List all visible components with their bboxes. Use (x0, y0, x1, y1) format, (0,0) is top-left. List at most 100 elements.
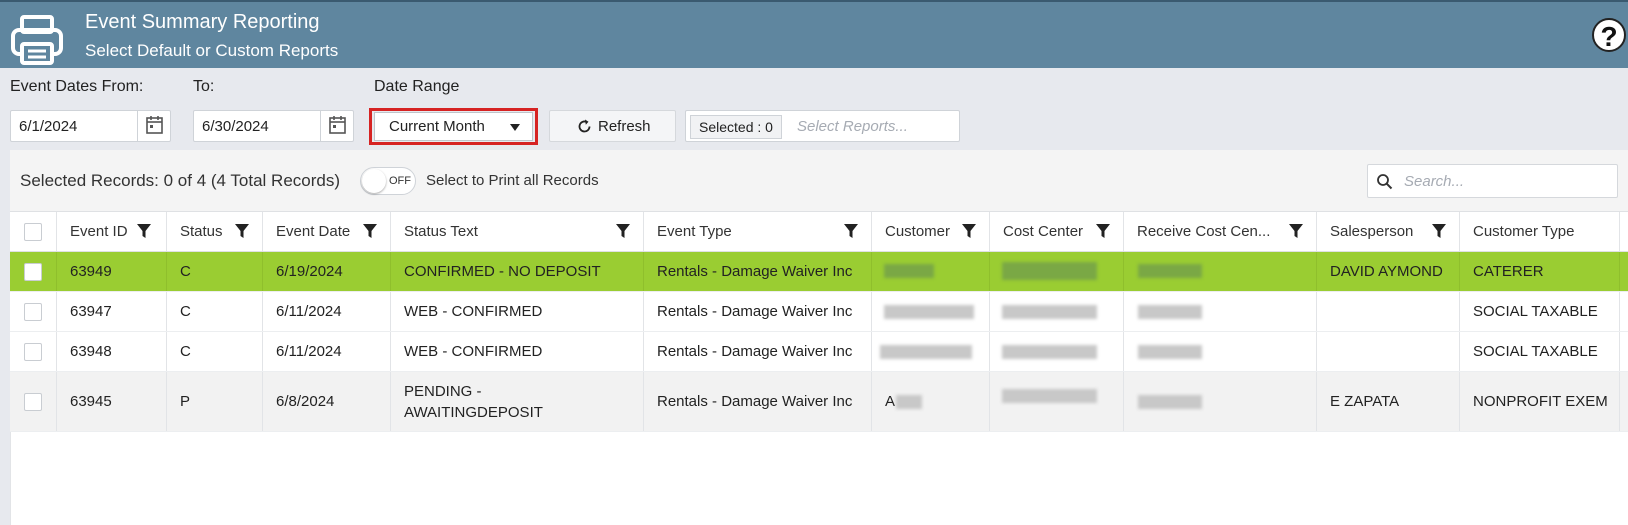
printer-icon (11, 15, 63, 65)
column-header-status-text[interactable]: Status Text (391, 212, 644, 251)
cell-customer-type: NONPROFIT EXEM (1460, 372, 1620, 431)
cell-event-date: 6/11/2024 (263, 332, 391, 371)
records-panel: Selected Records: 0 of 4 (4 Total Record… (10, 150, 1628, 525)
cell-event-type: Rentals - Damage Waiver Inc (644, 252, 872, 291)
filter-icon[interactable] (1289, 224, 1303, 239)
table-row[interactable]: 63948 C 6/11/2024 WEB - CONFIRMED Rental… (10, 332, 1628, 372)
page-title: Event Summary Reporting (85, 11, 320, 33)
cell-event-date: 6/19/2024 (263, 252, 391, 291)
row-checkbox[interactable] (24, 262, 42, 281)
print-all-toggle[interactable]: OFF (360, 167, 416, 195)
refresh-icon (578, 119, 591, 133)
cell-customer-redacted (872, 292, 990, 331)
calendar-icon[interactable] (137, 111, 170, 141)
cell-receive-cost-center-redacted (1124, 252, 1317, 291)
from-date-field[interactable]: 6/1/2024 (10, 110, 171, 142)
selected-records-text: Selected Records: 0 of 4 (4 Total Record… (20, 171, 341, 190)
filter-icon[interactable] (235, 224, 249, 239)
column-header-salesperson[interactable]: Salesperson (1317, 212, 1460, 251)
column-header-customer-type[interactable]: Customer Type (1460, 212, 1620, 251)
cell-cost-center-redacted (990, 292, 1124, 331)
cell-cost-center-redacted (990, 372, 1124, 431)
from-date-value: 6/1/2024 (19, 118, 78, 135)
cell-customer-redacted (872, 252, 990, 291)
cell-status: C (167, 292, 263, 331)
records-toolbar: Selected Records: 0 of 4 (4 Total Record… (10, 150, 1628, 212)
table-row[interactable]: 63945 P 6/8/2024 PENDING - AWAITINGDEPOS… (10, 372, 1628, 432)
grid-header-row: Event ID Status Event Date Status Text E… (10, 212, 1628, 252)
date-range-dropdown[interactable]: Current Month (374, 112, 533, 141)
table-row[interactable]: 63949 C 6/19/2024 CONFIRMED - NO DEPOSIT… (10, 252, 1628, 292)
cell-receive-cost-center-redacted (1124, 292, 1317, 331)
calendar-icon[interactable] (320, 111, 353, 141)
print-all-label: Select to Print all Records (426, 172, 599, 189)
cell-event-id: 63948 (57, 332, 167, 371)
cell-event-id: 63945 (57, 372, 167, 431)
cell-event-type: Rentals - Damage Waiver Inc (644, 372, 872, 431)
to-date-value: 6/30/2024 (202, 118, 269, 135)
column-header-event-id[interactable]: Event ID (57, 212, 167, 251)
cell-customer-type: SOCIAL TAXABLE (1460, 332, 1620, 371)
cell-event-type: Rentals - Damage Waiver Inc (644, 332, 872, 371)
filter-icon[interactable] (962, 224, 976, 239)
cell-event-id: 63949 (57, 252, 167, 291)
column-header-cost-center[interactable]: Cost Center (990, 212, 1124, 251)
cell-event-date: 6/11/2024 (263, 292, 391, 331)
cell-status: C (167, 332, 263, 371)
page-subtitle: Select Default or Custom Reports (85, 41, 339, 60)
to-date-label: To: (193, 78, 215, 95)
cell-status-text: PENDING - AWAITINGDEPOSIT (391, 372, 644, 431)
column-header-receive-cost-center[interactable]: Receive Cost Cen... (1124, 212, 1317, 251)
cell-customer-type: SOCIAL TAXABLE (1460, 292, 1620, 331)
cell-salesperson: E ZAPATA (1317, 372, 1460, 431)
cell-salesperson (1317, 332, 1460, 371)
help-icon[interactable]: ? (1592, 18, 1626, 52)
toggle-knob (362, 169, 386, 193)
cell-receive-cost-center-redacted (1124, 372, 1317, 431)
filter-icon[interactable] (363, 224, 377, 239)
column-header-event-type[interactable]: Event Type (644, 212, 872, 251)
cell-cost-center-redacted (990, 332, 1124, 371)
column-header-customer[interactable]: Customer (872, 212, 990, 251)
cell-status-text: CONFIRMED - NO DEPOSIT (391, 252, 644, 291)
row-checkbox[interactable] (24, 392, 42, 411)
selected-count-badge: Selected : 0 (690, 115, 782, 139)
filter-icon[interactable] (1096, 224, 1110, 239)
cell-status: P (167, 372, 263, 431)
cell-event-id: 63947 (57, 292, 167, 331)
search-placeholder: Search... (1404, 173, 1465, 190)
column-header-status[interactable]: Status (167, 212, 263, 251)
cell-customer: A (872, 372, 990, 431)
cell-customer-type: CATERER (1460, 252, 1620, 291)
row-checkbox[interactable] (24, 302, 42, 321)
refresh-button[interactable]: Refresh (549, 110, 676, 142)
refresh-label: Refresh (598, 118, 651, 135)
caret-down-icon (510, 124, 520, 131)
from-date-label: Event Dates From: (10, 78, 144, 95)
date-range-value: Current Month (389, 118, 485, 135)
table-row[interactable]: 63947 C 6/11/2024 WEB - CONFIRMED Rental… (10, 292, 1628, 332)
select-all-cell (10, 212, 57, 251)
cell-status: C (167, 252, 263, 291)
select-all-checkbox[interactable] (24, 222, 42, 241)
select-reports-field[interactable]: Selected : 0 Select Reports... (685, 110, 960, 142)
search-field[interactable]: Search... (1367, 164, 1618, 198)
select-reports-placeholder: Select Reports... (797, 118, 908, 135)
cell-cost-center-redacted (990, 252, 1124, 291)
records-grid: Event ID Status Event Date Status Text E… (10, 212, 1628, 525)
cell-receive-cost-center-redacted (1124, 332, 1317, 371)
cell-event-type: Rentals - Damage Waiver Inc (644, 292, 872, 331)
cell-customer-redacted (872, 332, 990, 371)
cell-status-text: WEB - CONFIRMED (391, 292, 644, 331)
filter-icon[interactable] (616, 224, 630, 239)
filter-icon[interactable] (137, 224, 151, 239)
search-icon (1377, 174, 1393, 190)
row-checkbox[interactable] (24, 342, 42, 361)
filter-icon[interactable] (1432, 224, 1446, 239)
column-header-event-date[interactable]: Event Date (263, 212, 391, 251)
cell-event-date: 6/8/2024 (263, 372, 391, 431)
filter-icon[interactable] (844, 224, 858, 239)
app-header: Event Summary Reporting Select Default o… (0, 0, 1628, 68)
cell-status-text: WEB - CONFIRMED (391, 332, 644, 371)
to-date-field[interactable]: 6/30/2024 (193, 110, 354, 142)
